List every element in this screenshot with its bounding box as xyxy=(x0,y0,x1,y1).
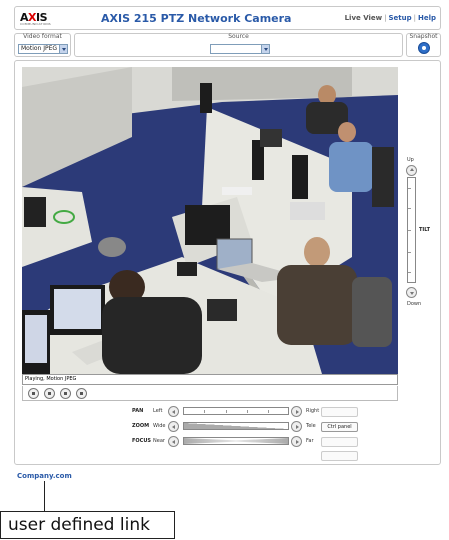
zoom-wide-label: Wide xyxy=(153,423,166,429)
video-format-group: Video format Motion JPEG xyxy=(14,33,71,57)
focus-far-label: Far xyxy=(306,438,314,444)
tilt-label: TILT xyxy=(419,227,431,233)
video-status-bar: Playing, Motion JPEG xyxy=(22,374,398,385)
slider-tick xyxy=(268,410,269,413)
pan-left-label: Left xyxy=(153,408,163,414)
snapshot-icon[interactable] xyxy=(60,388,71,399)
office-scene-image xyxy=(22,67,398,374)
toolbar: Video format Motion JPEG Source Snapshot xyxy=(14,33,441,57)
source-label: Source xyxy=(228,33,249,40)
pan-right-label: Right xyxy=(306,408,320,414)
pan-left-arrow-icon[interactable] xyxy=(168,406,179,417)
pan-label: PAN xyxy=(132,408,144,414)
slider-tick xyxy=(408,272,411,273)
zoom-wide-arrow-icon[interactable] xyxy=(168,421,179,432)
source-group: Source xyxy=(74,33,403,57)
nav-setup[interactable]: Setup xyxy=(388,14,411,22)
tilt-control: Up TILT Down xyxy=(404,157,434,317)
source-select[interactable] xyxy=(210,44,270,54)
video-format-value: Motion JPEG xyxy=(21,45,58,52)
snapshot-label: Snapshot xyxy=(409,33,438,40)
tilt-slider[interactable] xyxy=(407,177,416,283)
chevron-down-icon xyxy=(59,45,67,53)
play-icon[interactable] xyxy=(44,388,55,399)
extra-button[interactable] xyxy=(321,437,358,447)
video-stream[interactable] xyxy=(22,67,398,374)
tilt-down-arrow-icon[interactable] xyxy=(406,287,417,298)
focus-slider[interactable] xyxy=(183,437,289,445)
video-format-select[interactable]: Motion JPEG xyxy=(18,44,68,54)
chevron-down-icon xyxy=(261,45,269,53)
callout-label: user defined link xyxy=(0,511,175,539)
slider-tick xyxy=(408,208,411,209)
snapshot-group: Snapshot xyxy=(406,33,441,57)
slider-tick xyxy=(204,410,205,413)
focus-wedge-graphic xyxy=(184,438,288,444)
zoom-label: ZOOM xyxy=(132,423,150,429)
company-link[interactable]: Company.com xyxy=(17,472,72,480)
stop-icon[interactable] xyxy=(28,388,39,399)
main-panel: Playing, Motion JPEG Up TILT Down PAN Le… xyxy=(14,60,441,465)
focus-far-arrow-icon[interactable] xyxy=(291,436,302,447)
video-format-label: Video format xyxy=(23,33,62,40)
nav-separator: | xyxy=(413,14,416,22)
slider-tick xyxy=(247,410,248,413)
preset-button[interactable] xyxy=(321,407,358,417)
slider-tick xyxy=(408,230,411,231)
slider-tick xyxy=(408,188,411,189)
page-title: AXIS 215 PTZ Network Camera xyxy=(101,12,292,25)
header-bar: AXIS COMMUNICATIONS AXIS 215 PTZ Network… xyxy=(14,6,441,30)
nav-live-view[interactable]: Live View xyxy=(345,14,383,22)
focus-near-arrow-icon[interactable] xyxy=(168,436,179,447)
slider-tick xyxy=(226,410,227,413)
snapshot-camera-icon[interactable] xyxy=(418,42,430,54)
nav-separator: | xyxy=(384,14,387,22)
video-control-bar xyxy=(22,386,398,401)
pan-slider[interactable] xyxy=(183,407,289,415)
tilt-down-label: Down xyxy=(407,301,422,307)
slider-tick xyxy=(408,252,411,253)
extra-button-2[interactable] xyxy=(321,451,358,461)
tilt-up-label: Up xyxy=(407,157,414,163)
top-navigation: Live View | Setup | Help xyxy=(345,14,436,22)
nav-help[interactable]: Help xyxy=(418,14,436,22)
zoom-tele-arrow-icon[interactable] xyxy=(291,421,302,432)
logo-subtitle: COMMUNICATIONS xyxy=(20,22,51,26)
zoom-wedge-graphic xyxy=(184,423,288,429)
ctrl-panel-button[interactable]: Ctrl panel xyxy=(321,422,358,432)
zoom-tele-label: Tele xyxy=(306,423,316,429)
zoom-slider[interactable] xyxy=(183,422,289,430)
tilt-up-arrow-icon[interactable] xyxy=(406,165,417,176)
pan-right-arrow-icon[interactable] xyxy=(291,406,302,417)
audio-icon[interactable] xyxy=(76,388,87,399)
focus-label: FOCUS xyxy=(132,438,151,444)
focus-near-label: Near xyxy=(153,438,165,444)
callout-line xyxy=(44,481,45,511)
